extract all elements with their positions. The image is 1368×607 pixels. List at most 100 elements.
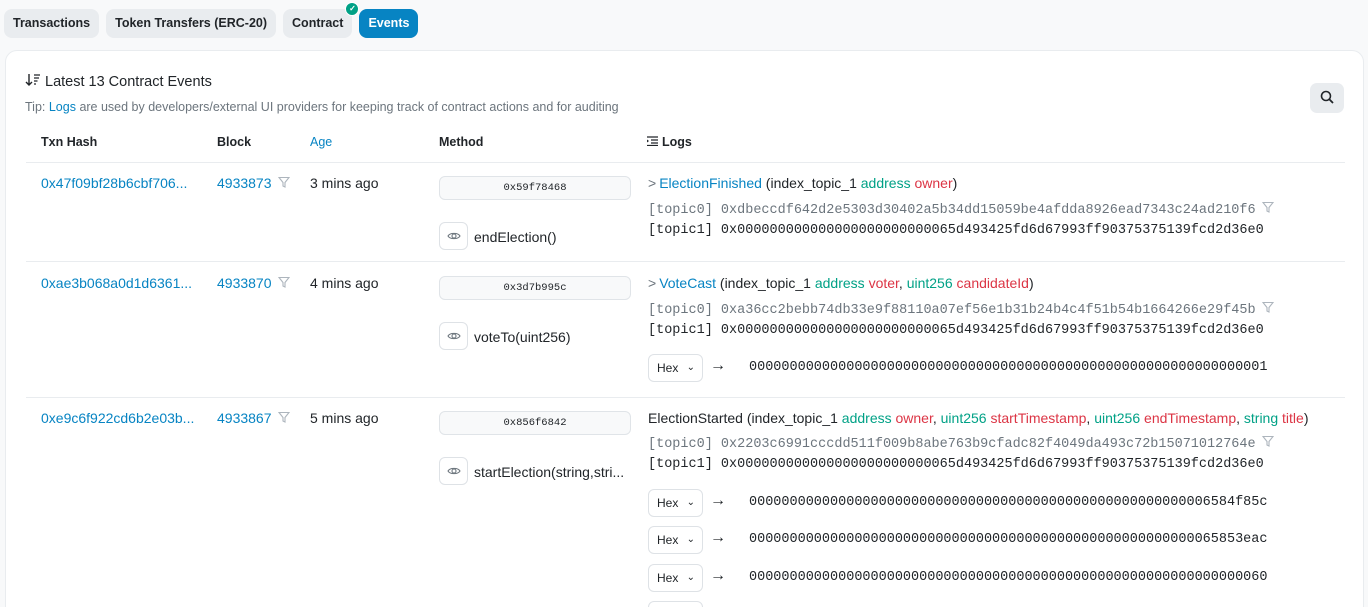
method-id-badge: 0x856f6842 [439,411,631,435]
event-params-close: ) [1028,275,1034,291]
event-params-open: (index_topic_1 [761,175,861,191]
param-type: address [814,275,865,291]
data-format-value: Hex [657,533,679,547]
topic1-label: [topic1] [648,457,713,472]
data-format-select[interactable]: Hex ⌄ [648,354,703,382]
block-link[interactable]: 4933873 [217,175,272,191]
data-value: 0000000000000000000000000000000000000000… [749,495,1268,510]
search-button[interactable] [1310,83,1344,113]
topic1-value: 0x000000000000000000000000065d493425fd6d… [720,323,1264,338]
method-name: voteTo(uint256) [474,329,571,345]
txn-hash-link[interactable]: 0xe9c6f922cd6b2e03b... [41,410,194,426]
event-params-open: (index_topic_1 [742,410,842,426]
method-id-badge: 0x3d7b995c [439,276,631,300]
chevron-right-icon[interactable]: > [648,175,656,191]
data-format-select[interactable]: Hex ⌄ [648,526,703,554]
tab-events[interactable]: Events [359,9,419,38]
chevron-down-icon: ⌄ [686,362,695,373]
method-name: endElection() [474,229,557,245]
eye-icon [446,328,461,344]
event-name-link[interactable]: VoteCast [659,275,716,291]
arrow-right-icon: → [710,567,726,584]
data-format-select[interactable]: Hex ⌄ [648,564,703,592]
topic1-line: [topic1] 0x000000000000000000000000065d4… [648,223,1264,238]
data-value: 0000000000000000000000000000000000000000… [749,570,1268,585]
param-type: uint256 [940,410,987,426]
age-text: 4 mins ago [310,275,379,291]
filter-icon[interactable] [277,411,290,426]
txn-hash-link[interactable]: 0x47f09bf28b6cbf706... [41,175,187,191]
event-params-close: ) [952,175,958,191]
col-method: Method [439,135,484,149]
param-separator: , [898,275,907,291]
list-icon [647,135,658,149]
data-format-select[interactable] [648,601,703,607]
event-signature: > VoteCast (index_topic_1 address voter, … [648,275,1034,291]
logs-link[interactable]: Logs [49,100,76,114]
topic0-line: [topic0] 0x2203c6991cccdd511f009b8abe763… [648,435,1274,452]
txn-hash-link[interactable]: 0xae3b068a0d1d6361... [41,275,192,291]
col-logs-label: Logs [662,135,692,149]
topic1-label: [topic1] [648,323,713,338]
arrow-right-icon: → [710,529,726,546]
decode-toggle-button[interactable] [439,322,468,350]
block-link[interactable]: 4933870 [217,275,272,291]
block-cell: 4933870 [217,275,290,291]
param-name: endTimestamp [1144,410,1237,426]
event-params-close: ) [1303,410,1309,426]
events-card: Latest 13 Contract Events Tip: Logs are … [5,50,1364,607]
check-icon: ✓ [345,2,360,16]
event-signature: ElectionStarted (index_topic_1 address o… [648,410,1308,426]
param-name: title [1282,410,1304,426]
filter-icon[interactable] [277,176,290,191]
topic0-value: 0xa36cc2bebb74db33e9f88110a07ef56e1b31b2… [720,303,1256,318]
chevron-right-icon[interactable]: > [648,275,656,291]
param-separator: , [932,410,941,426]
event-signature: > ElectionFinished (index_topic_1 address… [648,175,957,191]
tab-token-transfers[interactable]: Token Transfers (ERC-20) [106,9,277,38]
search-icon [1320,90,1334,107]
block-link[interactable]: 4933867 [217,410,272,426]
param-name: startTimestamp [990,410,1087,426]
topic1-line: [topic1] 0x000000000000000000000000065d4… [648,457,1264,472]
topic1-line: [topic1] 0x000000000000000000000000065d4… [648,323,1264,338]
data-value: 0000000000000000000000000000000000000000… [749,532,1268,547]
method-name: startElection(string,stri... [474,464,625,480]
decode-toggle-button[interactable] [439,457,468,485]
topic0-label: [topic0] [648,203,713,218]
age-text: 5 mins ago [310,410,379,426]
col-age[interactable]: Age [310,135,332,149]
chevron-down-icon: ⌄ [686,497,695,508]
data-value: 0000000000000000000000000000000000000000… [749,360,1268,375]
col-txn-hash: Txn Hash [41,135,98,149]
data-format-select[interactable]: Hex ⌄ [648,489,703,517]
param-name: owner [914,175,953,191]
eye-icon [446,228,461,244]
filter-icon[interactable] [277,276,290,291]
topic0-label: [topic0] [648,303,713,318]
col-logs: Logs [647,135,692,149]
param-name: owner [895,410,933,426]
filter-icon[interactable] [1261,301,1274,316]
events-title: Latest 13 Contract Events [25,73,212,90]
tab-contract[interactable]: Contract ✓ [283,2,360,38]
param-name: voter [868,275,899,291]
topic0-label: [topic0] [648,437,713,452]
tip-suffix: are used by developers/external UI provi… [75,100,619,114]
decode-toggle-button[interactable] [439,222,468,250]
topic1-label: [topic1] [648,223,713,238]
event-name-link[interactable]: ElectionFinished [659,175,762,191]
chevron-down-icon: ⌄ [686,572,695,583]
col-block: Block [217,135,252,149]
data-format-value: Hex [657,496,679,510]
tip-text: Tip: Logs are used by developers/externa… [25,100,619,114]
topic0-value: 0xdbeccdf642d2e5303d30402a5b34dd15059be4… [720,203,1256,218]
param-type: address [841,410,892,426]
tab-transactions[interactable]: Transactions [4,9,100,38]
topic0-line: [topic0] 0xdbeccdf642d2e5303d30402a5b34d… [648,201,1274,218]
events-title-text: Latest 13 Contract Events [45,73,212,90]
filter-icon[interactable] [1261,201,1274,216]
sort-descending-icon [25,73,41,90]
filter-icon[interactable] [1261,435,1274,450]
param-type: address [860,175,911,191]
